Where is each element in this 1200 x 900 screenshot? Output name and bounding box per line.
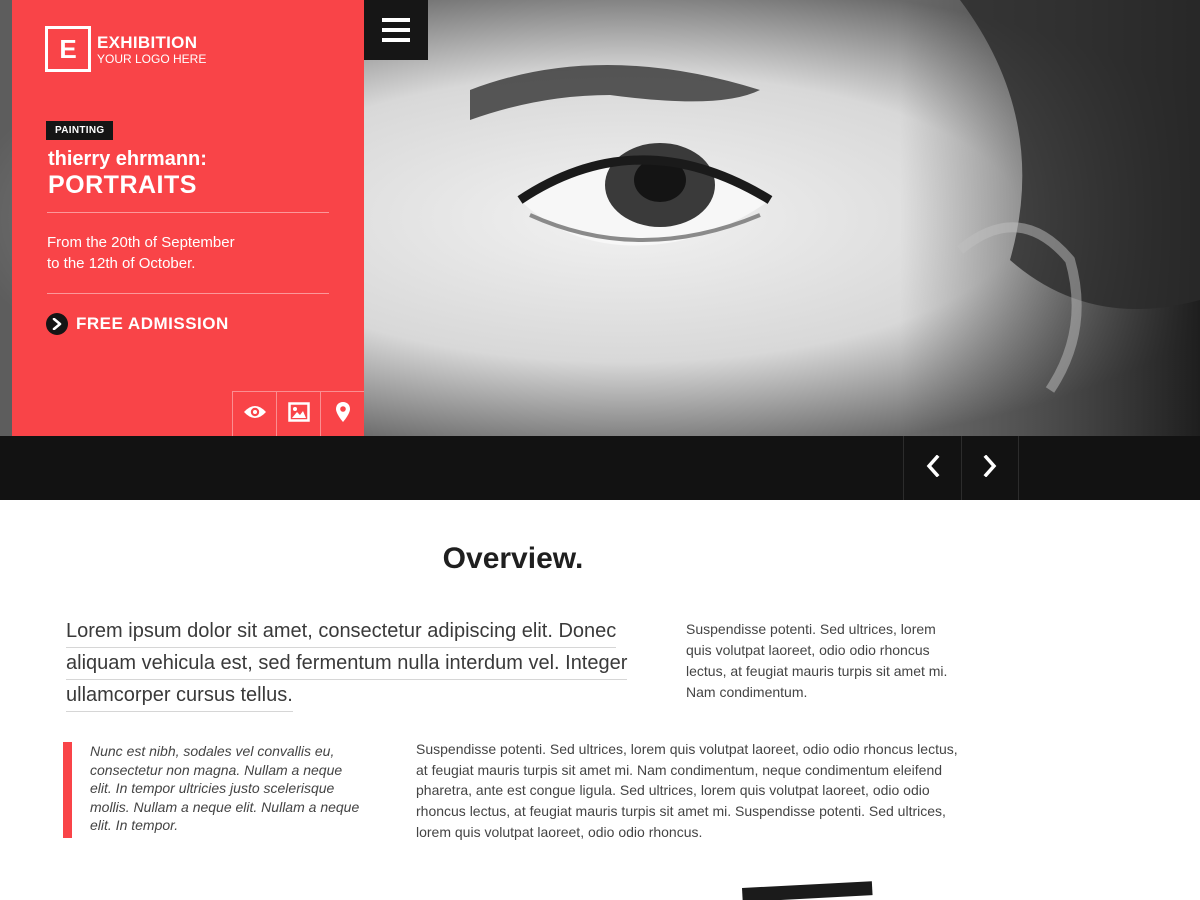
chevron-right-circle-icon <box>46 313 68 335</box>
pull-quote: Nunc est nibh, sodales vel convallis eu,… <box>63 742 363 838</box>
eye-icon <box>243 404 267 425</box>
image-icon <box>287 401 310 427</box>
logo-text: EXHIBITION YOUR LOGO HERE <box>97 33 206 66</box>
logo-title: EXHIBITION <box>97 32 198 52</box>
exhibition-dates: From the 20th of September to the 12th o… <box>47 232 235 274</box>
slider-nav-bar <box>0 436 1200 500</box>
chevron-right-icon <box>983 454 997 482</box>
lead-line: ullamcorper cursus tellus. <box>66 680 293 712</box>
location-button[interactable] <box>320 391 364 436</box>
body-paragraph: Suspendisse potenti. Sed ultrices, lorem… <box>416 741 958 840</box>
logo[interactable]: E EXHIBITION YOUR LOGO HERE <box>45 26 206 72</box>
view-button[interactable] <box>232 391 276 436</box>
gallery-button[interactable] <box>276 391 320 436</box>
dates-line-1: From the 20th of September <box>47 234 235 251</box>
action-buttons <box>232 391 364 436</box>
hero-section: E EXHIBITION YOUR LOGO HERE PAINTING thi… <box>0 0 1200 436</box>
divider <box>47 212 329 213</box>
category-badge: PAINTING <box>46 121 114 140</box>
lead-paragraph: Lorem ipsum dolor sit amet, consectetur … <box>66 616 646 712</box>
admission-label: FREE ADMISSION <box>76 314 229 333</box>
logo-tagline: YOUR LOGO HERE <box>97 51 207 66</box>
overview-heading: Overview. <box>442 542 584 575</box>
lead-line: aliquam vehicula est, sed fermentum null… <box>66 648 628 680</box>
map-pin-icon <box>335 401 351 428</box>
divider <box>47 293 329 294</box>
dates-line-2: to the 12th of October. <box>47 255 196 272</box>
next-slide-button[interactable] <box>961 436 1019 500</box>
menu-button[interactable] <box>364 0 428 60</box>
exhibition-title: PORTRAITS <box>48 171 197 199</box>
exhibition-panel: E EXHIBITION YOUR LOGO HERE PAINTING thi… <box>12 0 364 436</box>
next-section-teaser <box>742 881 873 900</box>
chevron-left-icon <box>926 454 940 482</box>
lead-line: Lorem ipsum dolor sit amet, consectetur … <box>66 616 617 648</box>
free-admission-link[interactable]: FREE ADMISSION <box>46 313 229 335</box>
logo-mark: E <box>45 26 91 72</box>
menu-icon <box>382 18 410 42</box>
artist-name: thierry ehrmann: <box>48 148 207 170</box>
prev-slide-button[interactable] <box>903 436 961 500</box>
side-paragraph: Suspendisse potenti. Sed ultrices, lorem… <box>686 621 948 700</box>
